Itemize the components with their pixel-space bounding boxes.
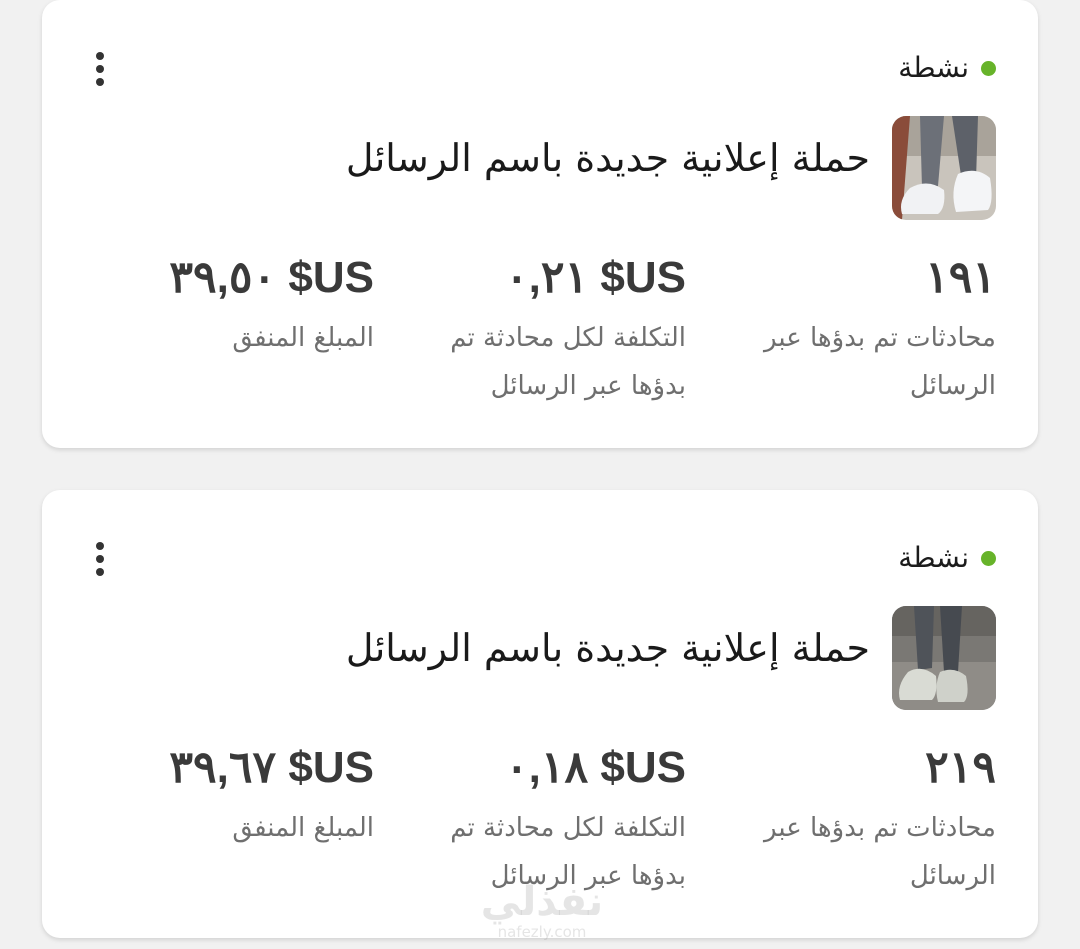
campaign-card[interactable]: نشطة حملة إعلانية جديدة باسم الرسائل ٢١٩…	[42, 490, 1038, 938]
campaign-title[interactable]: حملة إعلانية جديدة باسم الرسائل	[346, 128, 870, 188]
metric-label: محادثات تم بدؤها عبر الرسائل	[764, 323, 996, 401]
status-label: نشطة	[898, 51, 969, 84]
campaign-card[interactable]: نشطة حملة إعلانية جديدة باسم الرسائل ١٩١…	[42, 0, 1038, 448]
campaign-title[interactable]: حملة إعلانية جديدة باسم الرسائل	[346, 618, 870, 678]
campaign-status: نشطة	[898, 48, 996, 88]
metric-label: محادثات تم بدؤها عبر الرسائل	[764, 813, 996, 891]
metric-conversations: ١٩١ محادثات تم بدؤها عبر الرسائل	[706, 250, 996, 410]
metric-cost-per-conversation: US$ ٠,٢١ التكلفة لكل محادثة تم بدؤها عبر…	[396, 250, 686, 410]
more-options-icon[interactable]	[84, 538, 116, 580]
metric-value: US$ ٣٩,٥٠	[169, 253, 374, 302]
watermark-domain: nafezly.com	[497, 923, 587, 941]
watermark: نفذلي nafezly.com	[472, 880, 612, 940]
metric-cost-per-conversation: US$ ٠,١٨ التكلفة لكل محادثة تم بدؤها عبر…	[396, 740, 686, 900]
status-dot-icon	[981, 550, 996, 566]
campaign-thumbnail	[892, 116, 996, 220]
metric-value: ٢١٩	[925, 743, 996, 792]
metric-value: ١٩١	[925, 253, 996, 302]
more-options-icon[interactable]	[84, 48, 116, 90]
metric-label: المبلغ المنفق	[232, 323, 374, 353]
metric-label: المبلغ المنفق	[232, 813, 374, 843]
metric-value: US$ ٣٩,٦٧	[169, 743, 374, 792]
metric-amount-spent: US$ ٣٩,٦٧ المبلغ المنفق	[84, 740, 374, 852]
status-dot-icon	[981, 60, 996, 76]
campaign-thumbnail	[892, 606, 996, 710]
metric-label: التكلفة لكل محادثة تم بدؤها عبر الرسائل	[450, 323, 686, 401]
status-label: نشطة	[898, 541, 969, 574]
metric-conversations: ٢١٩ محادثات تم بدؤها عبر الرسائل	[706, 740, 996, 900]
metric-amount-spent: US$ ٣٩,٥٠ المبلغ المنفق	[84, 250, 374, 362]
watermark-brand: نفذلي	[480, 879, 604, 925]
metric-value: US$ ٠,٢١	[505, 253, 686, 302]
metric-value: US$ ٠,١٨	[505, 743, 686, 792]
campaign-status: نشطة	[898, 538, 996, 578]
